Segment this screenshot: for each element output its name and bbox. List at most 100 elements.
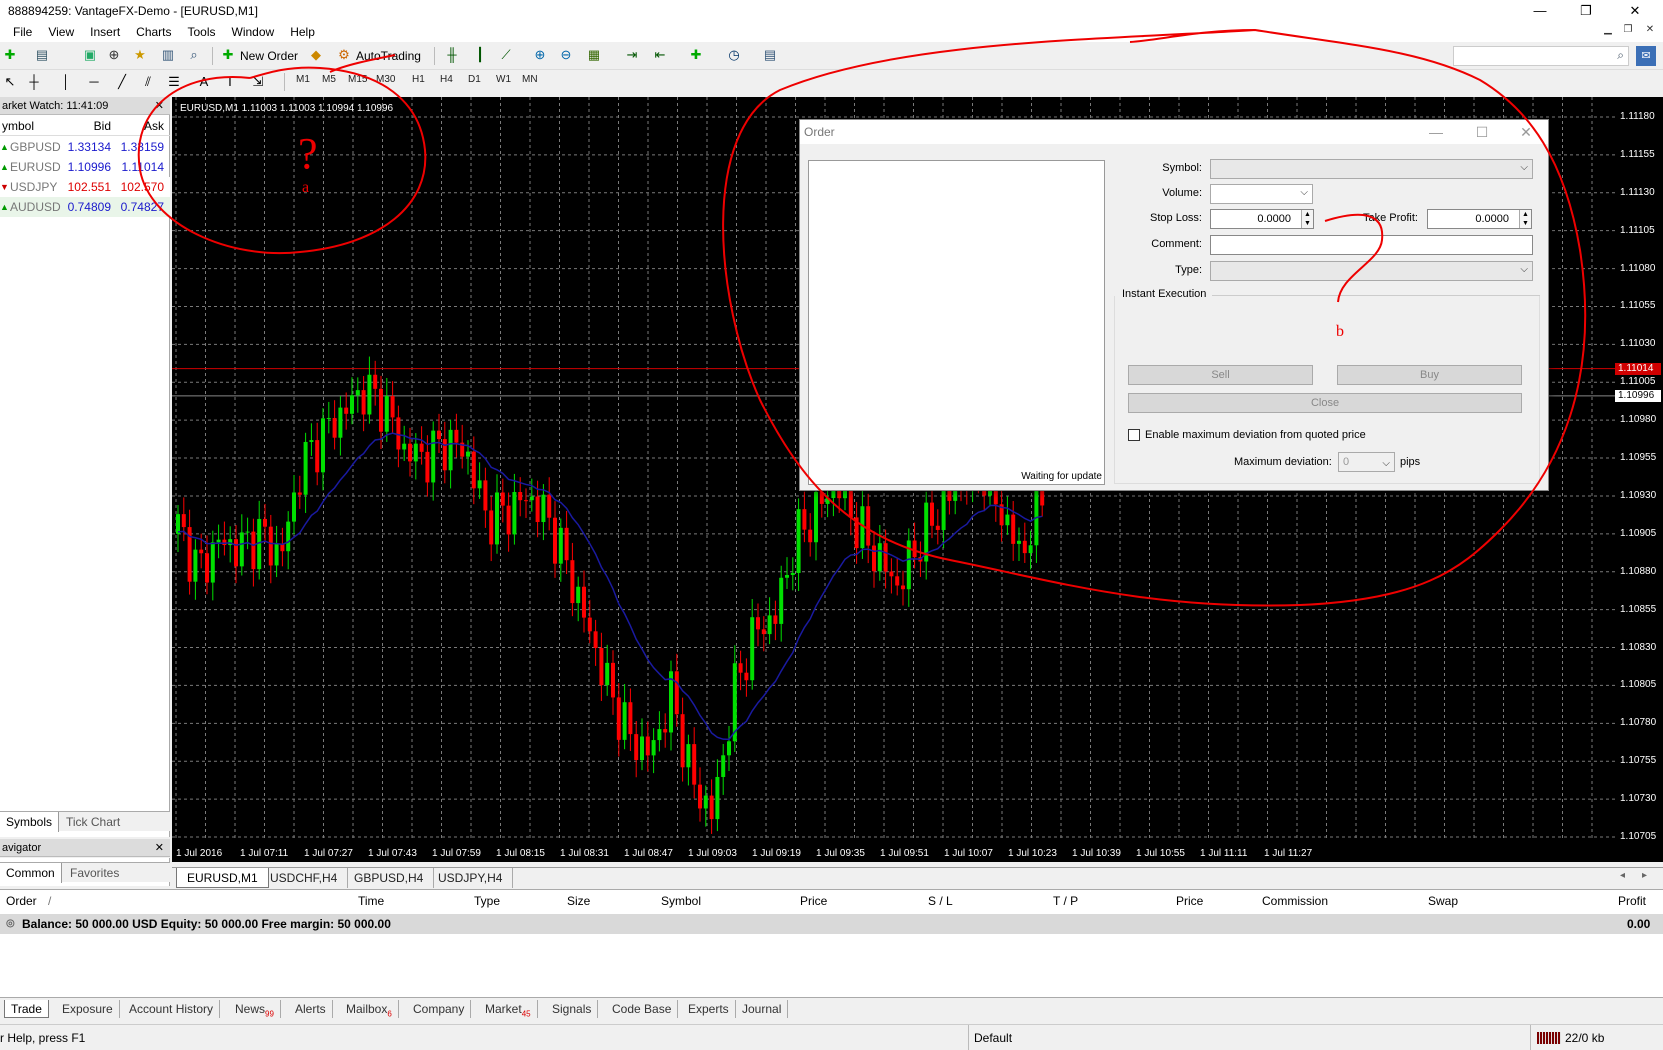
column-time[interactable]: Time (358, 894, 384, 908)
indicators-icon[interactable]: ✚ (686, 45, 706, 65)
arrows-icon[interactable]: ⇲ (248, 72, 268, 92)
deviation-checkbox[interactable] (1128, 429, 1140, 441)
horizontal-line-icon[interactable]: ─ (84, 72, 104, 92)
tab-scroll-left-icon[interactable]: ◂ (1620, 870, 1625, 881)
tab-code-base[interactable]: Code Base (606, 1000, 679, 1018)
search-icon[interactable]: ⌕ (1617, 48, 1624, 63)
tab-symbols[interactable]: Symbols (0, 812, 60, 832)
menu-insert[interactable]: Insert (82, 22, 128, 42)
column-commission[interactable]: Commission (1262, 894, 1328, 908)
search-input[interactable]: ⌕ (1453, 46, 1629, 66)
zoom-in-icon[interactable]: ⊕ (530, 45, 550, 65)
menu-window[interactable]: Window (224, 22, 283, 42)
chart-tab-eurusd-m1[interactable]: EURUSD,M1 (176, 868, 269, 888)
chart-tab-usdchf-h4[interactable]: USDCHF,H4 (260, 868, 349, 888)
periods-icon[interactable]: ◷ (724, 45, 744, 65)
type-select[interactable]: ⌵ (1210, 261, 1533, 281)
menu-file[interactable]: File (0, 22, 40, 42)
market-watch-row[interactable]: ▲ EURUSD 1.10996 1.11014 (0, 157, 170, 177)
column-order[interactable]: Order (6, 894, 37, 908)
tab-trade[interactable]: Trade (4, 1000, 49, 1018)
tile-windows-icon[interactable]: ▦ (584, 45, 604, 65)
candlestick-icon[interactable]: ┃ (470, 45, 490, 65)
tab-common[interactable]: Common (0, 863, 62, 883)
column-symbol[interactable]: Symbol (661, 894, 701, 908)
column-ask[interactable]: Ask (144, 116, 164, 136)
tab-market[interactable]: Market45 (479, 1000, 538, 1018)
profiles-icon[interactable]: ▤ (32, 45, 52, 65)
templates-icon[interactable]: ▤ (760, 45, 780, 65)
cursor-icon[interactable]: ↖ (0, 72, 20, 92)
minimize-button[interactable]: — (1517, 0, 1563, 22)
market-watch-row[interactable]: ▲ AUDUSD 0.74809 0.74827 (0, 197, 170, 217)
tab-mailbox[interactable]: Mailbox6 (340, 1000, 399, 1018)
maximize-icon[interactable]: ☐ (1460, 120, 1504, 144)
auto-scroll-icon[interactable]: ⇥ (622, 45, 642, 65)
close-icon[interactable]: ✕ (1504, 120, 1548, 144)
vertical-line-icon[interactable]: │ (56, 72, 76, 92)
stop-loss-input[interactable]: 0.0000 ▲ ▼ (1210, 209, 1314, 229)
navigator-icon[interactable]: ★ (130, 45, 150, 65)
buy-button[interactable]: Buy (1337, 365, 1522, 385)
close-icon[interactable]: ✕ (155, 839, 164, 857)
tester-icon[interactable]: ⌕ (184, 45, 204, 65)
tab-journal[interactable]: Journal (736, 1000, 789, 1018)
tab-scroll-right-icon[interactable]: ▸ (1642, 870, 1647, 881)
tab-experts[interactable]: Experts (682, 1000, 736, 1018)
timeframe-h1[interactable]: H1 (412, 74, 425, 85)
sell-button[interactable]: Sell (1128, 365, 1313, 385)
restore-button[interactable]: ❐ (1563, 0, 1609, 22)
fibonacci-icon[interactable]: ☰ (164, 72, 184, 92)
mdi-close-icon[interactable]: ✕ (1640, 24, 1660, 40)
chat-icon[interactable]: ✉ (1636, 46, 1656, 66)
close-button[interactable]: ✕ (1612, 0, 1658, 22)
column-close-price[interactable]: Price (1176, 894, 1203, 908)
timeframe-w1[interactable]: W1 (496, 74, 511, 85)
take-profit-spinner[interactable]: ▲ ▼ (1519, 210, 1531, 228)
market-watch-row[interactable]: ▲ GBPUSD 1.33134 1.33159 (0, 137, 170, 157)
crosshair-icon[interactable]: ┼ (24, 72, 44, 92)
timeframe-m30[interactable]: M30 (376, 74, 395, 85)
column-sl[interactable]: S / L (928, 894, 953, 908)
column-size[interactable]: Size (567, 894, 590, 908)
comment-input[interactable] (1210, 235, 1533, 255)
column-swap[interactable]: Swap (1428, 894, 1458, 908)
menu-tools[interactable]: Tools (180, 22, 224, 42)
autotrading-button[interactable]: AutoTrading (356, 45, 421, 67)
stop-loss-spinner[interactable]: ▲ ▼ (1301, 210, 1313, 228)
menu-charts[interactable]: Charts (128, 22, 179, 42)
close-order-button[interactable]: Close (1128, 393, 1522, 413)
zoom-out-icon[interactable]: ⊖ (556, 45, 576, 65)
new-chart-icon[interactable]: ✚ (0, 45, 20, 65)
column-tp[interactable]: T / P (1053, 894, 1078, 908)
column-bid[interactable]: Bid (94, 116, 111, 136)
column-profit[interactable]: Profit (1618, 894, 1646, 908)
bar-chart-icon[interactable]: ╫ (442, 45, 462, 65)
symbol-select[interactable]: ⌵ (1210, 159, 1533, 179)
price-axis[interactable]: 1.11180 1.11155 1.11130 1.11105 1.11080 1.110… (1615, 97, 1663, 862)
tab-account-history[interactable]: Account History (123, 1000, 221, 1018)
tab-signals[interactable]: Signals (546, 1000, 599, 1018)
column-symbol[interactable]: ymbol (2, 116, 34, 136)
tab-alerts[interactable]: Alerts (289, 1000, 333, 1018)
metaeditor-icon[interactable]: ◆ (306, 45, 326, 65)
tab-exposure[interactable]: Exposure (56, 1000, 120, 1018)
text-label-icon[interactable]: T (220, 72, 240, 92)
mdi-minimize-icon[interactable]: ▁ (1598, 24, 1618, 40)
tab-company[interactable]: Company (407, 1000, 472, 1018)
close-icon[interactable]: ✕ (155, 97, 164, 115)
market-watch-row[interactable]: ▼ USDJPY 102.551 102.570 (0, 177, 170, 197)
tab-news[interactable]: News99 (229, 1000, 281, 1018)
column-price[interactable]: Price (800, 894, 827, 908)
timeframe-mn[interactable]: MN (522, 74, 538, 85)
chart-tab-gbpusd-h4[interactable]: GBPUSD,H4 (344, 868, 435, 888)
line-chart-icon[interactable]: ⟋ (496, 45, 516, 65)
menu-view[interactable]: View (40, 22, 82, 42)
menu-help[interactable]: Help (282, 22, 323, 42)
timeframe-h4[interactable]: H4 (440, 74, 453, 85)
mdi-restore-icon[interactable]: ❐ (1618, 24, 1638, 40)
timeframe-m15[interactable]: M15 (348, 74, 367, 85)
max-deviation-select[interactable]: 0 ⌵ (1338, 452, 1395, 472)
trendline-icon[interactable]: ╱ (112, 72, 132, 92)
timeframe-m5[interactable]: M5 (322, 74, 336, 85)
